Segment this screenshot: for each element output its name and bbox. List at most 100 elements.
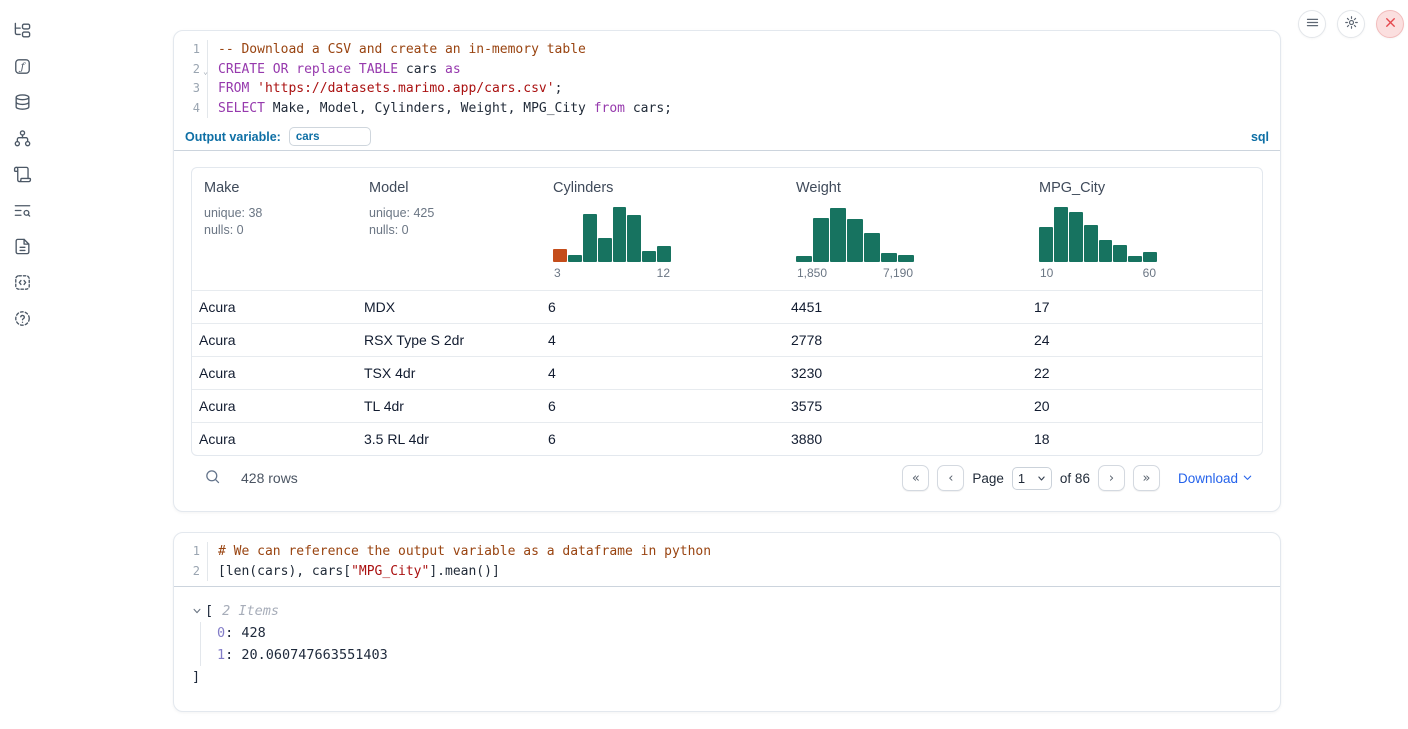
python-output-tree: [ 2 Items 0: 4281: 20.060747663551403 ] xyxy=(174,587,1280,688)
column-stat: nulls: 0 xyxy=(204,222,349,239)
table-search-button[interactable] xyxy=(204,468,221,488)
histogram-bar xyxy=(881,253,897,262)
table-cell: 17 xyxy=(1027,299,1262,315)
axis-min-label: 1,850 xyxy=(797,266,827,280)
column-label: Make xyxy=(204,180,349,196)
column-header-mpg_city[interactable]: MPG_City1060 xyxy=(1027,168,1262,290)
code-token: cars xyxy=(398,62,445,77)
menu-button[interactable] xyxy=(1298,10,1326,38)
tree-entry-value: 20.060747663551403 xyxy=(241,647,387,663)
sidebar-item-help[interactable] xyxy=(11,309,33,331)
code-token: replace xyxy=(296,62,351,77)
sidebar-item-variables[interactable]: ƒ xyxy=(11,57,33,79)
histogram-bars xyxy=(553,205,671,262)
table-cell: Acura xyxy=(192,299,357,315)
line-number: 3 xyxy=(174,79,207,99)
python-code-lines[interactable]: # We can reference the output variable a… xyxy=(208,542,1280,581)
histogram-bar xyxy=(1143,252,1157,262)
tree-root-row: [ 2 Items xyxy=(192,600,1262,622)
output-variable-input[interactable] xyxy=(289,127,371,146)
shutdown-button[interactable] xyxy=(1376,10,1404,38)
top-right-controls xyxy=(1298,10,1404,38)
column-label: Model xyxy=(369,180,533,196)
code-token xyxy=(351,62,359,77)
first-page-button[interactable]: « xyxy=(902,465,929,491)
sidebar-item-snippets[interactable] xyxy=(11,273,33,295)
page-label: Page xyxy=(972,471,1004,486)
histogram-bar xyxy=(583,214,597,262)
close-x-icon xyxy=(1383,15,1398,33)
code-line: -- Download a CSV and create an in-memor… xyxy=(218,40,1280,60)
tree-entry-separator: : xyxy=(225,625,241,641)
table-body: AcuraMDX6445117AcuraRSX Type S 2dr427782… xyxy=(192,290,1262,455)
column-label: Cylinders xyxy=(553,180,776,196)
line-number-gutter: 12⌄34 xyxy=(174,40,208,118)
column-header-make[interactable]: Make unique: 38nulls: 0 xyxy=(192,168,357,290)
histogram-bar xyxy=(796,256,812,262)
code-token: # We can reference the output variable a… xyxy=(218,544,711,559)
page-of-label: of 86 xyxy=(1060,471,1090,486)
histogram-bar xyxy=(1084,225,1098,262)
python-code-editor[interactable]: 12 # We can reference the output variabl… xyxy=(174,533,1280,586)
page-select[interactable]: 1 xyxy=(1012,467,1052,490)
line-number-gutter: 12 xyxy=(174,542,208,581)
axis-max-label: 7,190 xyxy=(883,266,913,280)
language-badge: sql xyxy=(1251,130,1269,144)
python-cell: 12 # We can reference the output variabl… xyxy=(173,532,1281,712)
column-histogram: 1,850 7,190 xyxy=(796,205,914,280)
logs-search-icon xyxy=(13,201,32,223)
tree-entry-key: 0 xyxy=(217,625,225,641)
column-header-model[interactable]: Modelunique: 425nulls: 0 xyxy=(357,168,541,290)
tree-items-count: 2 Items xyxy=(222,600,279,622)
tree-entry-separator: : xyxy=(225,647,241,663)
collapse-chevron-icon[interactable] xyxy=(192,606,202,616)
table-cell: MDX xyxy=(357,299,541,315)
download-button[interactable]: Download xyxy=(1178,471,1253,486)
settings-button[interactable] xyxy=(1337,10,1365,38)
table-cell: Acura xyxy=(192,332,357,348)
histogram-bar xyxy=(1039,227,1053,262)
sidebar-item-documentation[interactable] xyxy=(11,237,33,259)
code-token: as xyxy=(445,62,461,77)
column-header-cylinders[interactable]: Cylinders312 xyxy=(541,168,784,290)
sidebar-item-logs[interactable] xyxy=(11,201,33,223)
table-row: AcuraRSX Type S 2dr4277824 xyxy=(192,323,1262,356)
column-stat: unique: 38 xyxy=(204,205,349,222)
table-header: Makeunique: 38nulls: 0Modelunique: 425nu… xyxy=(192,168,1262,290)
table-cell: 4 xyxy=(541,365,784,381)
sql-code-lines[interactable]: -- Download a CSV and create an in-memor… xyxy=(208,40,1280,118)
next-page-button[interactable]: › xyxy=(1098,465,1125,491)
column-header-weight[interactable]: Weight 1,850 7,190 xyxy=(784,168,1027,290)
table-row: AcuraTL 4dr6357520 xyxy=(192,389,1262,422)
output-variable-row: Output variable: sql xyxy=(174,123,1280,150)
tree-entry-key: 1 xyxy=(217,647,225,663)
sidebar-item-datasources[interactable] xyxy=(11,93,33,115)
table-row: Acura3.5 RL 4dr6388018 xyxy=(192,422,1262,455)
histogram-bar xyxy=(598,238,612,262)
column-stat: nulls: 0 xyxy=(369,222,533,239)
last-page-button[interactable]: » xyxy=(1133,465,1160,491)
sql-code-editor[interactable]: 12⌄34 -- Download a CSV and create an in… xyxy=(174,31,1280,123)
help-bubble-icon xyxy=(13,309,32,331)
page-select-value: 1 xyxy=(1018,471,1025,486)
sidebar: ƒ xyxy=(0,0,44,729)
hamburger-icon xyxy=(1305,15,1320,33)
code-token: OR xyxy=(273,62,289,77)
code-line: # We can reference the output variable a… xyxy=(218,542,1280,562)
sidebar-item-dependency-graph[interactable] xyxy=(11,129,33,151)
column-label: MPG_City xyxy=(1039,180,1254,196)
column-label: Weight xyxy=(796,180,1019,196)
table-cell: 18 xyxy=(1027,431,1262,447)
code-token: "MPG_City" xyxy=(351,564,429,579)
gear-icon xyxy=(1344,15,1359,33)
sidebar-item-file-explorer[interactable] xyxy=(11,21,33,43)
tree-entry: 0: 428 xyxy=(217,622,1262,644)
code-line: SELECT Make, Model, Cylinders, Weight, M… xyxy=(218,99,1280,119)
scratchpad-scroll-icon xyxy=(13,165,32,187)
code-token: -- Download a CSV and create an in-memor… xyxy=(218,42,586,57)
prev-page-button[interactable]: ‹ xyxy=(937,465,964,491)
code-token xyxy=(265,62,273,77)
download-label: Download xyxy=(1178,471,1238,486)
sql-cell: 12⌄34 -- Download a CSV and create an in… xyxy=(173,30,1281,512)
sidebar-item-scratchpad[interactable] xyxy=(11,165,33,187)
